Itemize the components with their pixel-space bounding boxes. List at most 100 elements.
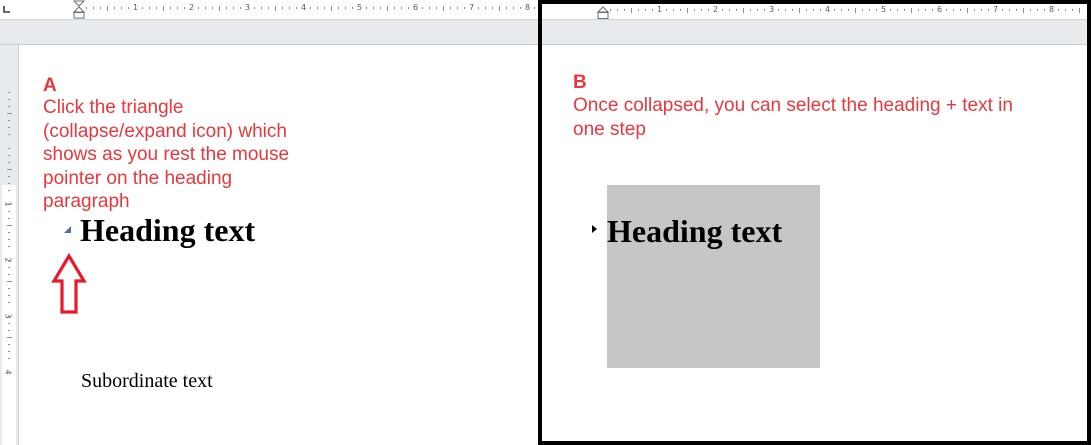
ruler-tick [282,7,283,9]
ruler-tick [296,7,297,9]
ruler-tick [142,7,143,9]
ruler-tick [310,7,311,9]
ruler-tick [8,134,10,135]
ruler-tick [960,9,961,11]
ruler-tick [918,9,919,11]
ruler-tick [1023,7,1024,13]
ruler-tick [666,9,667,11]
horizontal-ruler[interactable]: 1 2 3 4 5 6 7 8 [542,4,1087,20]
ruler-tick [890,9,891,11]
ruler-tick [8,211,10,212]
document-page[interactable]: B Once collapsed, you can select the hea… [542,45,1087,441]
ruler-tick [1058,9,1059,11]
ruler-tick [743,7,744,13]
ruler-tick [1072,9,1073,11]
subordinate-paragraph[interactable]: Subordinate text [81,369,213,393]
ruler-tick [8,218,10,219]
annotation-label: A [43,75,57,96]
ruler-tick [184,7,185,9]
ruler-tick [932,9,933,11]
ruler-tick [8,267,10,268]
ruler-tick [114,7,115,9]
ruler-tick [799,7,800,13]
left-tab-icon[interactable] [2,4,12,14]
ruler-tick [6,337,12,338]
ruler-tick [785,9,786,11]
ruler-number: 8 [525,3,531,12]
ruler-tick [8,92,10,93]
ruler-number: 6 [937,5,943,14]
ruler-tick [352,7,353,9]
ruler-tick [198,7,199,9]
ruler-tick [8,120,10,121]
ruler-tick [443,5,444,11]
ruler-tick [429,7,430,9]
ruler-tick [387,5,388,11]
ruler-tick [233,7,234,9]
ruler-tick [1030,9,1031,11]
ruler-number: 4 [825,5,831,14]
ruler-number: 2 [3,257,13,263]
ruler-tick [275,5,276,11]
ruler-tick [911,7,912,13]
ruler-tick [967,7,968,13]
document-page[interactable]: A Click the triangle (collapse/expand ico… [19,45,538,445]
ruler-tick [8,127,10,128]
ruler-tick [464,7,465,9]
ruler-tick [450,7,451,9]
ruler-tick [205,7,206,9]
ruler-tick [163,5,164,11]
up-arrow-icon [51,253,87,314]
ruler-tick [317,7,318,9]
ruler-tick [1016,9,1017,11]
ruler-tick [8,274,10,275]
ruler-tick [121,7,122,9]
ruler-tick [673,9,674,11]
ruler-tick [736,9,737,11]
ruler-tick [750,9,751,11]
annotation-line: Click the triangle [43,97,184,118]
indent-marker-icon[interactable] [597,6,609,20]
ruler-tick [729,9,730,11]
ruler-tick [394,7,395,9]
ruler-tick [373,7,374,9]
ruler-tick [645,9,646,11]
ruler-tick [631,7,632,13]
ruler-tick [708,9,709,11]
horizontal-ruler[interactable]: 1 2 3 4 5 6 7 8 [0,0,538,20]
ruler-tick [177,7,178,9]
heading-paragraph[interactable]: Heading text [80,212,255,248]
ruler-tick [534,7,535,9]
annotation-line: (collapse/expand icon) which [43,120,287,142]
ruler-tick [107,5,108,11]
ruler-number: 3 [769,5,775,14]
ruler-band [0,20,538,45]
ruler-tick [8,155,10,156]
ruler-tick [869,9,870,11]
ruler-number: 5 [881,5,887,14]
ruler-tick [170,7,171,9]
heading-paragraph[interactable]: Heading text [607,213,782,249]
annotation-label: B [573,72,587,93]
annotation-line: shows as you rest the mouse [43,144,290,165]
ruler-tick [638,9,639,11]
ruler-tick [485,7,486,9]
ruler-tick [8,344,10,345]
ruler-tick [617,9,618,11]
ruler-tick [8,232,10,233]
ruler-tick [6,225,12,226]
ruler-tick [338,7,339,9]
ruler-tick [8,183,10,184]
ruler-tick [8,190,10,191]
ruler-tick [8,351,10,352]
ruler-tick [1044,9,1045,11]
ruler-tick [8,323,10,324]
vertical-ruler[interactable]: 1 2 3 4 [0,45,19,445]
ruler-number: 5 [357,3,363,12]
annotation-line: paragraph [43,191,130,212]
ruler-tick [8,176,10,177]
collapse-triangle-icon[interactable] [63,225,72,234]
expand-triangle-icon[interactable] [590,224,598,234]
indent-marker-icon[interactable] [73,0,85,19]
ruler-tick [8,246,10,247]
